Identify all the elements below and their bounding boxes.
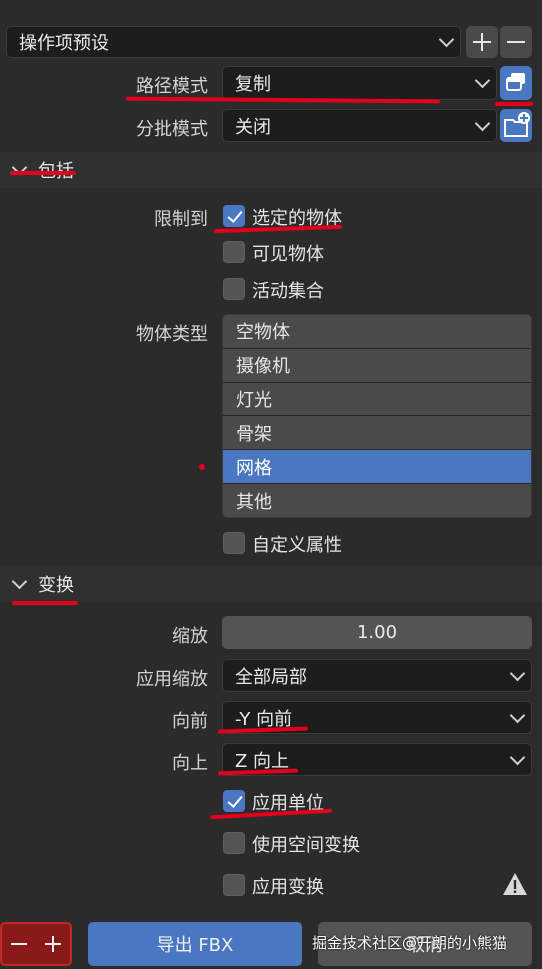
object-type-other[interactable]: 其他 [223, 483, 531, 517]
remove-preset-button[interactable] [500, 26, 532, 58]
visible-objects-checkbox[interactable] [223, 241, 245, 263]
scale-value: 1.00 [356, 622, 398, 643]
object-types-label: 物体类型 [136, 324, 208, 345]
annotation-underline-embed [495, 102, 533, 106]
object-type-light[interactable]: 灯光 [223, 382, 531, 417]
plus-icon[interactable] [45, 936, 61, 952]
scale-slider[interactable]: 1.00 [222, 616, 532, 649]
chevron-down-icon [474, 115, 491, 131]
apply-transform-label: 应用变换 [252, 877, 324, 898]
add-preset-button[interactable] [466, 26, 498, 58]
apply-transform-checkbox[interactable] [223, 874, 245, 896]
scale-label: 缩放 [172, 626, 208, 647]
forward-label: 向前 [172, 711, 208, 732]
include-section-title: 包括 [38, 157, 74, 183]
minus-icon [507, 41, 525, 43]
chevron-down-icon [509, 749, 526, 765]
custom-props-checkbox[interactable] [223, 532, 245, 554]
chevron-down-icon [11, 573, 28, 590]
custom-props-label: 自定义属性 [252, 535, 342, 556]
apply-scale-label: 应用缩放 [136, 669, 208, 690]
path-mode-value: 复制 [235, 74, 271, 95]
preset-dropdown[interactable]: 操作项预设 [6, 26, 461, 58]
up-label: 向上 [172, 753, 208, 774]
apply-unit-checkbox[interactable] [223, 790, 245, 812]
selected-objects-checkbox[interactable] [223, 205, 245, 227]
chevron-down-icon [509, 707, 526, 723]
minus-icon[interactable] [11, 943, 27, 945]
export-fbx-button[interactable]: 导出 FBX [88, 922, 302, 966]
batch-own-dir-button[interactable] [500, 109, 532, 142]
new-folder-icon [504, 112, 530, 137]
object-type-armature[interactable]: 骨架 [223, 416, 531, 451]
annotation-dot-mesh [199, 464, 205, 470]
object-type-mesh[interactable]: 网格 [223, 450, 531, 484]
path-mode-label: 路径模式 [136, 76, 208, 97]
annotation-underline-include [10, 171, 76, 175]
use-space-transform-checkbox[interactable] [223, 832, 245, 854]
apply-scale-dropdown[interactable]: 全部局部 [222, 659, 532, 692]
use-space-transform-label: 使用空间变换 [252, 835, 360, 856]
batch-mode-label: 分批模式 [136, 119, 208, 140]
object-type-camera[interactable]: 摄像机 [223, 348, 531, 383]
preset-label: 操作项预设 [19, 33, 109, 54]
embed-textures-icon [506, 73, 525, 91]
chevron-down-icon [474, 72, 491, 89]
path-mode-dropdown[interactable]: 复制 [222, 66, 497, 100]
batch-mode-dropdown[interactable]: 关闭 [222, 109, 497, 142]
batch-mode-value: 关闭 [235, 116, 271, 138]
active-collection-checkbox[interactable] [223, 278, 245, 300]
chevron-down-icon [438, 31, 455, 48]
plus-icon-v [481, 33, 483, 51]
watermark-text: 掘金技术社区@开朗的小熊猫 [312, 934, 508, 952]
transform-section-title: 变换 [38, 575, 74, 596]
transform-section-header[interactable]: 变换 [0, 566, 542, 602]
warning-icon [503, 873, 527, 895]
active-collection-label: 活动集合 [252, 281, 324, 302]
embed-textures-button[interactable] [500, 66, 532, 100]
limit-to-label: 限制到 [154, 209, 208, 230]
annotation-underline-transform [12, 601, 78, 605]
object-types-list[interactable]: 空物体 摄像机 灯光 骨架 网格 其他 [222, 314, 532, 518]
chevron-down-icon [509, 665, 526, 681]
apply-scale-value: 全部局部 [235, 666, 307, 688]
export-fbx-label: 导出 FBX [156, 935, 234, 956]
visible-objects-label: 可见物体 [252, 244, 324, 265]
preset-minus-plus-buttons[interactable] [0, 922, 72, 966]
include-section-header[interactable]: 包括 [0, 152, 542, 188]
object-type-empty[interactable]: 空物体 [223, 315, 531, 349]
